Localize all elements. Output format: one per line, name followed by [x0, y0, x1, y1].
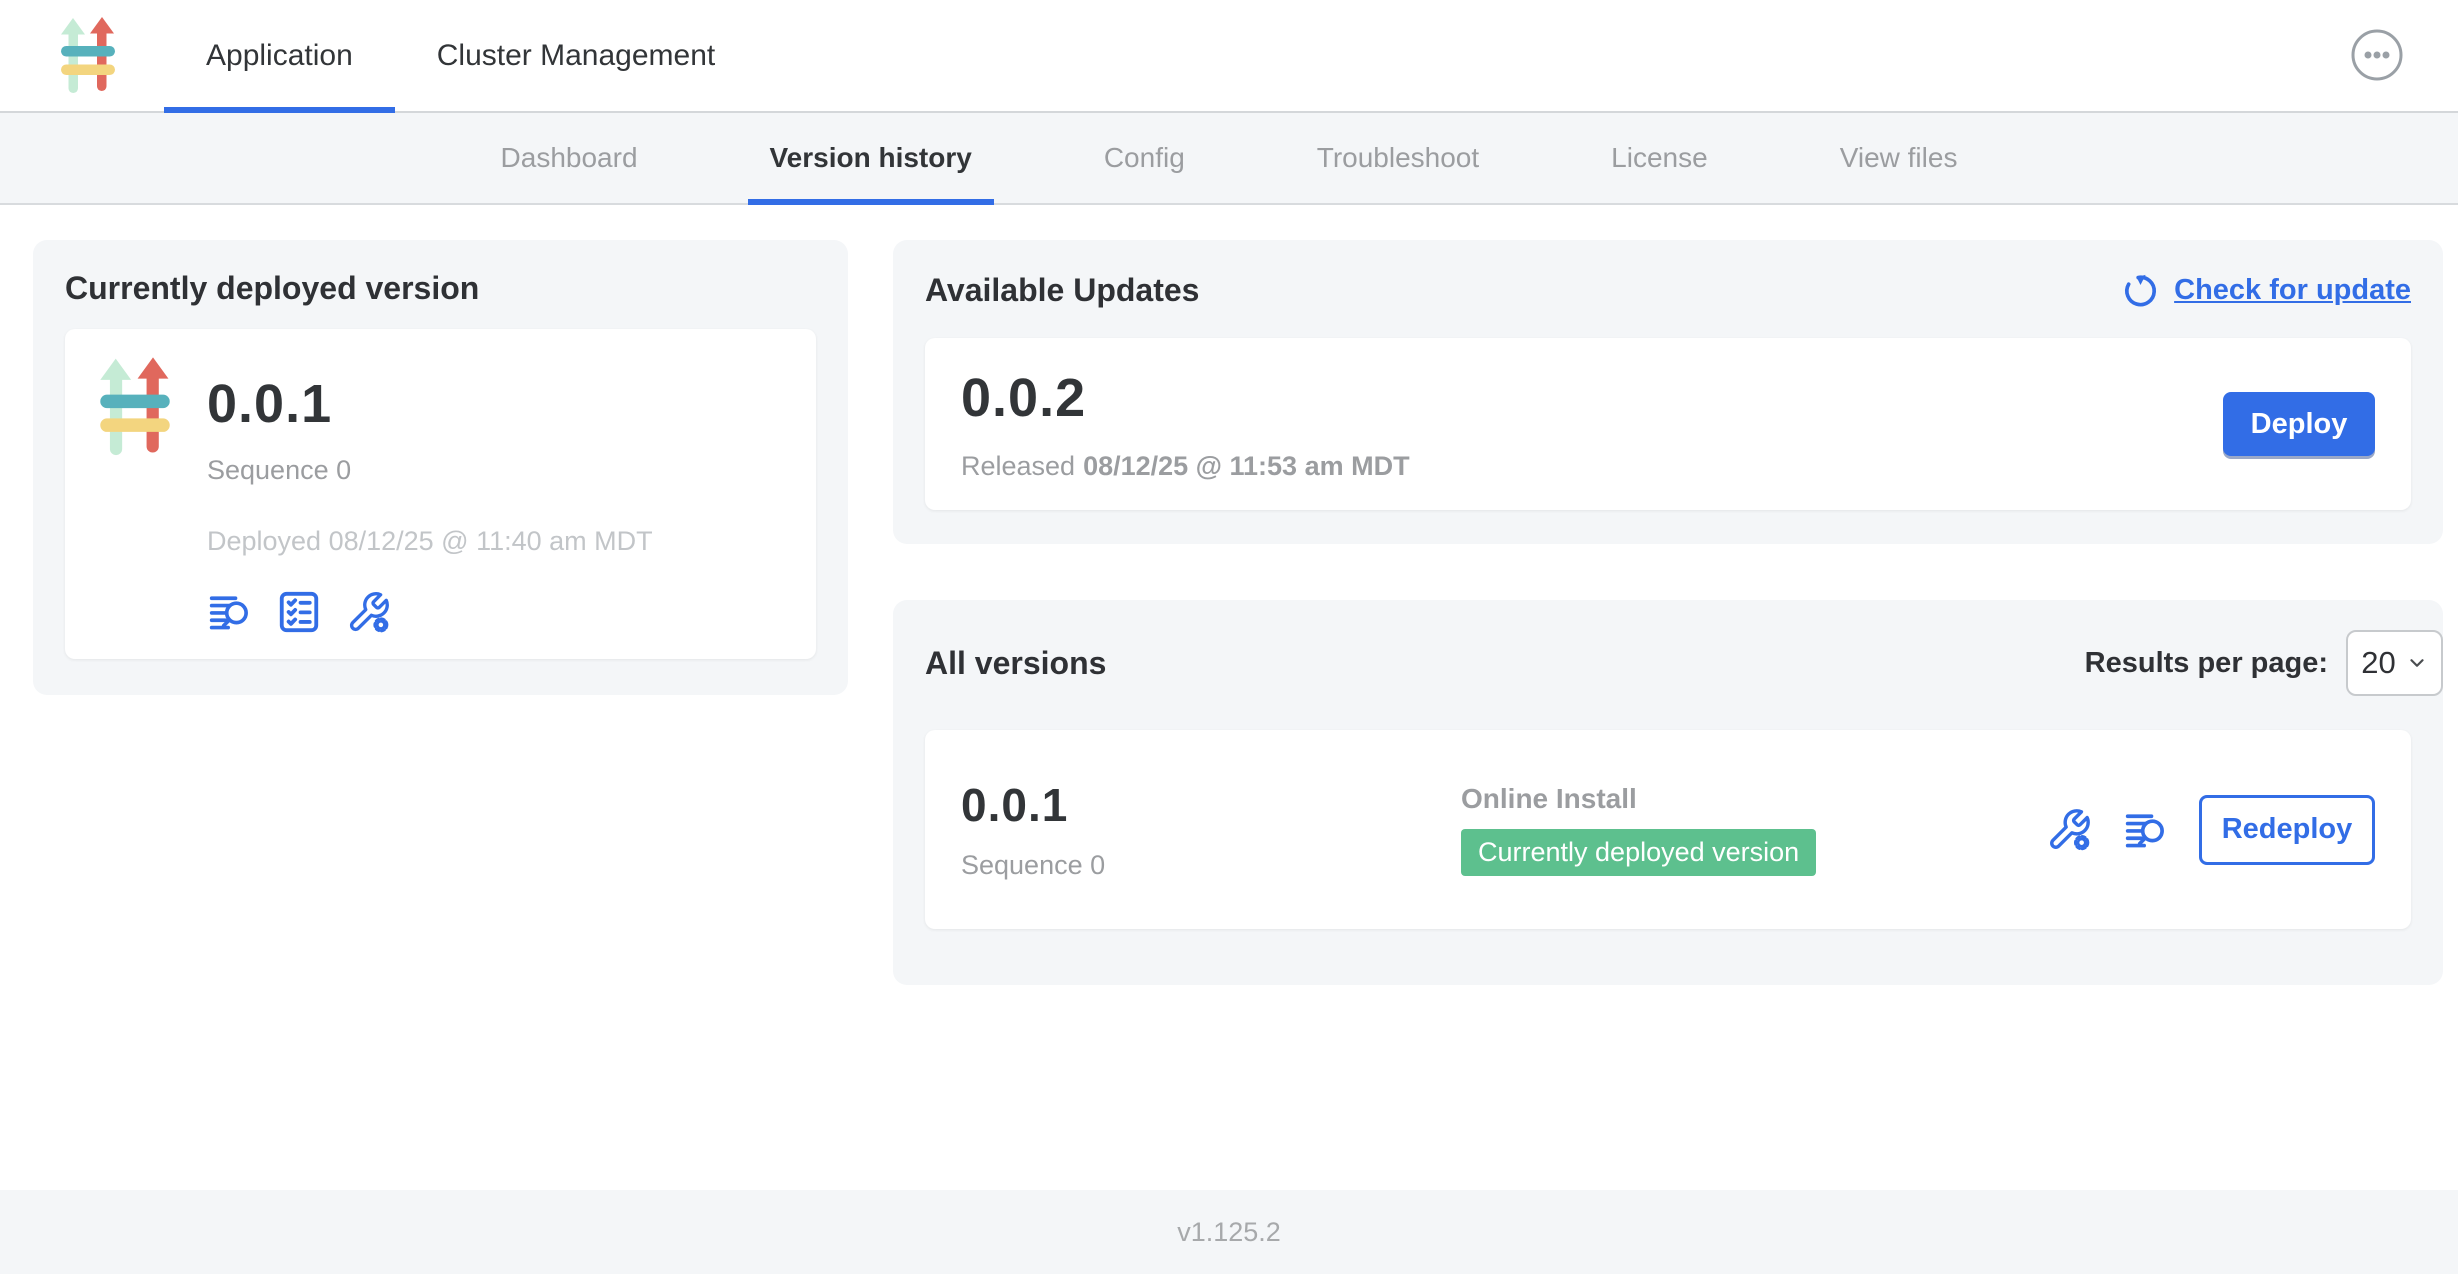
update-row: 0.0.2 Released 08/12/25 @ 11:53 am MDT De…	[925, 338, 2411, 510]
version-row-status: Online Install Currently deployed versio…	[1461, 783, 1816, 876]
deployed-actions	[207, 589, 653, 635]
tab-cluster-management-label: Cluster Management	[437, 39, 715, 73]
app-logo-icon	[60, 17, 116, 95]
deployed-timestamp: Deployed 08/12/25 @ 11:40 am MDT	[207, 526, 653, 557]
deployed-version-details: 0.0.1 Sequence 0 Deployed 08/12/25 @ 11:…	[207, 357, 653, 631]
tab-application-label: Application	[206, 39, 353, 73]
wrench-gear-icon[interactable]	[2045, 807, 2093, 853]
results-per-page-select[interactable]: 20	[2346, 630, 2443, 696]
available-updates-card: Available Updates Check for update 0.0.2…	[893, 240, 2443, 544]
redeploy-button[interactable]: Redeploy	[2199, 795, 2375, 865]
version-row-info: 0.0.1 Sequence 0	[961, 778, 1461, 881]
all-versions-card: All versions Results per page: 20 0.0.1 …	[893, 600, 2443, 985]
deployed-sequence: Sequence 0	[207, 455, 653, 486]
tab-version-history[interactable]: Version history	[748, 113, 994, 203]
released-date: 08/12/25 @ 11:53 am MDT	[1083, 451, 1410, 481]
install-type-label: Online Install	[1461, 783, 1816, 815]
deployed-card-title: Currently deployed version	[65, 270, 816, 307]
currently-deployed-card: Currently deployed version 0.0.1 Sequenc…	[33, 240, 848, 695]
tab-config[interactable]: Config	[1082, 113, 1207, 203]
app-logo-icon	[99, 357, 171, 458]
right-column: Available Updates Check for update 0.0.2…	[893, 240, 2443, 985]
main-content: Currently deployed version 0.0.1 Sequenc…	[0, 205, 2458, 1190]
row-version-number: 0.0.1	[961, 778, 1461, 832]
list-search-icon[interactable]	[207, 590, 253, 634]
list-search-icon[interactable]	[2123, 808, 2169, 852]
deployed-version-number: 0.0.1	[207, 373, 653, 435]
deploy-button[interactable]: Deploy	[2223, 392, 2375, 456]
tab-view-files[interactable]: View files	[1818, 113, 1980, 203]
available-updates-title: Available Updates	[925, 272, 1199, 309]
update-version-number: 0.0.2	[961, 367, 1410, 429]
released-prefix: Released	[961, 451, 1075, 481]
update-details: 0.0.2 Released 08/12/25 @ 11:53 am MDT	[961, 367, 1410, 482]
checklist-icon[interactable]	[275, 589, 323, 635]
tab-application[interactable]: Application	[164, 0, 395, 111]
tab-troubleshoot[interactable]: Troubleshoot	[1295, 113, 1501, 203]
app-logo	[60, 0, 116, 111]
console-footer: v1.125.2	[0, 1190, 2458, 1274]
version-row-actions: Redeploy	[2045, 795, 2375, 865]
tab-dashboard[interactable]: Dashboard	[479, 113, 660, 203]
tab-license[interactable]: License	[1589, 113, 1730, 203]
update-released-line: Released 08/12/25 @ 11:53 am MDT	[961, 451, 1410, 482]
wrench-gear-icon[interactable]	[345, 590, 392, 635]
chevron-down-icon	[2406, 652, 2428, 674]
ellipsis-circle-icon	[2350, 28, 2404, 82]
tab-cluster-management[interactable]: Cluster Management	[395, 0, 757, 111]
console-version: v1.125.2	[1177, 1217, 1281, 1248]
all-versions-title: All versions	[925, 645, 1106, 682]
results-per-page-label: Results per page:	[2085, 647, 2328, 680]
app-sub-nav: Dashboard Version history Config Trouble…	[0, 113, 2458, 205]
refresh-icon[interactable]	[2120, 270, 2160, 310]
results-per-page: Results per page: 20	[2085, 630, 2443, 696]
deployed-version-panel: 0.0.1 Sequence 0 Deployed 08/12/25 @ 11:…	[65, 329, 816, 659]
version-row: 0.0.1 Sequence 0 Online Install Currentl…	[925, 730, 2411, 929]
top-nav: Application Cluster Management	[0, 0, 2458, 113]
check-for-update-label: Check for update	[2174, 274, 2411, 307]
overflow-menu-button[interactable]	[2350, 28, 2404, 82]
currently-deployed-badge: Currently deployed version	[1461, 829, 1816, 876]
row-sequence: Sequence 0	[961, 850, 1461, 881]
check-for-update-link[interactable]: Check for update	[2120, 270, 2411, 310]
results-per-page-value: 20	[2361, 645, 2395, 681]
